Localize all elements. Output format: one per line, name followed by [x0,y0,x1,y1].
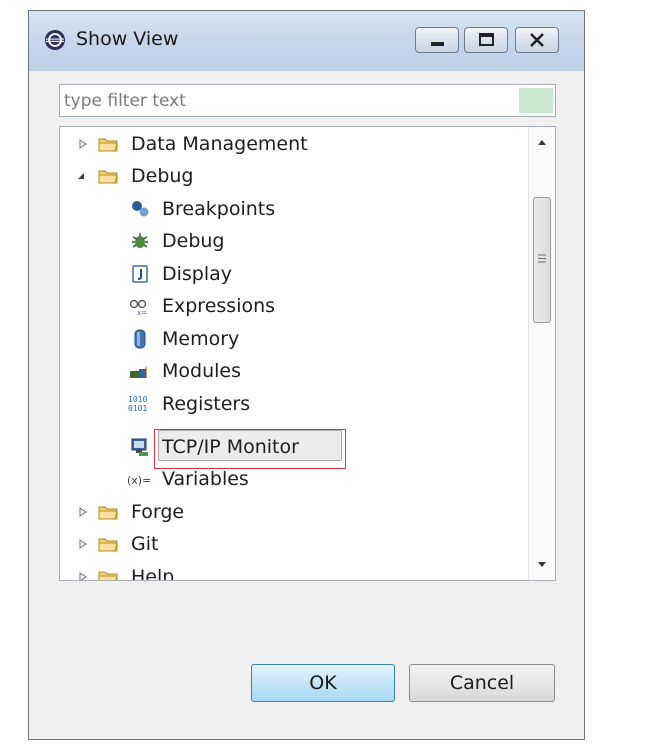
tree-item-data-management[interactable]: Data Management [60,129,528,159]
tree-item-help[interactable]: Help [60,562,528,581]
folder-icon [98,138,118,152]
close-icon [530,33,544,47]
display-icon [132,265,148,283]
scroll-down-icon[interactable] [529,552,555,576]
tree-item-debug-view[interactable]: Debug [60,226,528,256]
title-bar[interactable]: Show View [29,11,584,71]
expand-arrow-icon[interactable] [78,539,88,549]
modules-icon [129,366,147,378]
svg-text:0101: 0101 [128,404,147,413]
filter-input[interactable] [60,85,523,116]
tree-item-debug-folder[interactable]: Debug [60,161,528,191]
grip-icon [538,254,546,263]
minimize-button[interactable] [415,27,459,53]
show-view-dialog: Show View Data Management Debug [28,10,585,740]
eclipse-icon [45,30,65,50]
tree-item-label: Help [131,566,175,581]
minimize-icon [431,42,444,46]
view-tree: Data Management Debug Breakpoints Debug … [59,126,556,581]
folder-icon [98,506,118,520]
svg-text:1010: 1010 [128,395,147,404]
variables-icon: (x)= [127,474,151,487]
tree-item-label: Memory [162,328,240,350]
scroll-up-icon[interactable] [529,131,555,155]
tree-item-breakpoints[interactable]: Breakpoints [60,194,528,224]
tree-item-variables[interactable]: (x)= Variables [60,464,528,494]
folder-icon [98,538,118,552]
maximize-button[interactable] [464,27,508,53]
tcpip-monitor-icon [131,438,148,456]
tree-item-registers[interactable]: 1010 0101 Registers [60,389,528,419]
cancel-button[interactable]: Cancel [409,664,555,702]
folder-open-icon [98,170,118,184]
memory-icon [134,329,146,349]
svg-text:(x)=: (x)= [127,474,151,487]
tree-item-forge[interactable]: Forge [60,497,528,527]
tree-item-label: Git [131,533,159,555]
expand-arrow-icon[interactable] [78,507,88,517]
filter-field[interactable] [59,84,556,117]
tree-item-label: Breakpoints [162,198,276,220]
tree-item-label: Modules [162,360,241,382]
tree-item-label: Debug [162,230,225,252]
expand-arrow-icon[interactable] [78,139,88,149]
tree-item-label: Forge [131,501,185,523]
registers-icon: 10100101 [128,395,147,413]
window-title: Show View [76,28,179,50]
expand-arrow-icon[interactable] [78,572,88,581]
tree-item-modules[interactable]: Modules [60,356,528,386]
tree-item-label: Variables [162,468,249,490]
collapse-arrow-icon[interactable] [76,171,86,181]
ok-button[interactable]: OK [251,664,395,702]
tree-item-label: Data Management [131,133,308,155]
filter-clear-button[interactable] [519,88,553,113]
breakpoints-icon [132,201,149,217]
close-button[interactable] [515,27,559,53]
svg-text:x=: x= [137,309,147,316]
tree-item-label: Registers [162,393,251,415]
scroll-thumb[interactable] [533,197,551,323]
tree-item-label: Expressions [162,295,276,317]
tree-item-expressions[interactable]: x= Expressions [60,291,528,321]
tree-item-display[interactable]: Display [60,259,528,289]
folder-icon [98,571,118,580]
tree-item-label: Debug [131,165,194,187]
debug-bug-icon [132,233,148,248]
tree-item-label: Display [162,263,233,285]
tree-item-git[interactable]: Git [60,529,528,559]
expressions-icon: x= [129,299,147,316]
maximize-icon [479,33,494,46]
tree-item-memory[interactable]: Memory [60,324,528,354]
tree-item-label: TCP/IP Monitor [162,436,299,458]
vertical-scrollbar[interactable] [528,127,555,580]
tree-item-tcpip-monitor[interactable]: TCP/IP Monitor [60,430,528,462]
